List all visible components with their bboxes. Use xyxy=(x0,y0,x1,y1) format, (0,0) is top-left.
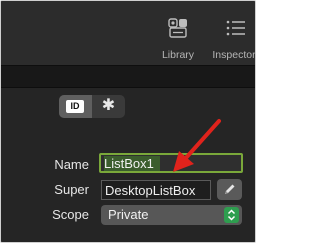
annotation-arrow-icon xyxy=(173,119,221,172)
inspector-window: Library Inspector ID ✱ Name Super Scope xyxy=(0,0,256,243)
